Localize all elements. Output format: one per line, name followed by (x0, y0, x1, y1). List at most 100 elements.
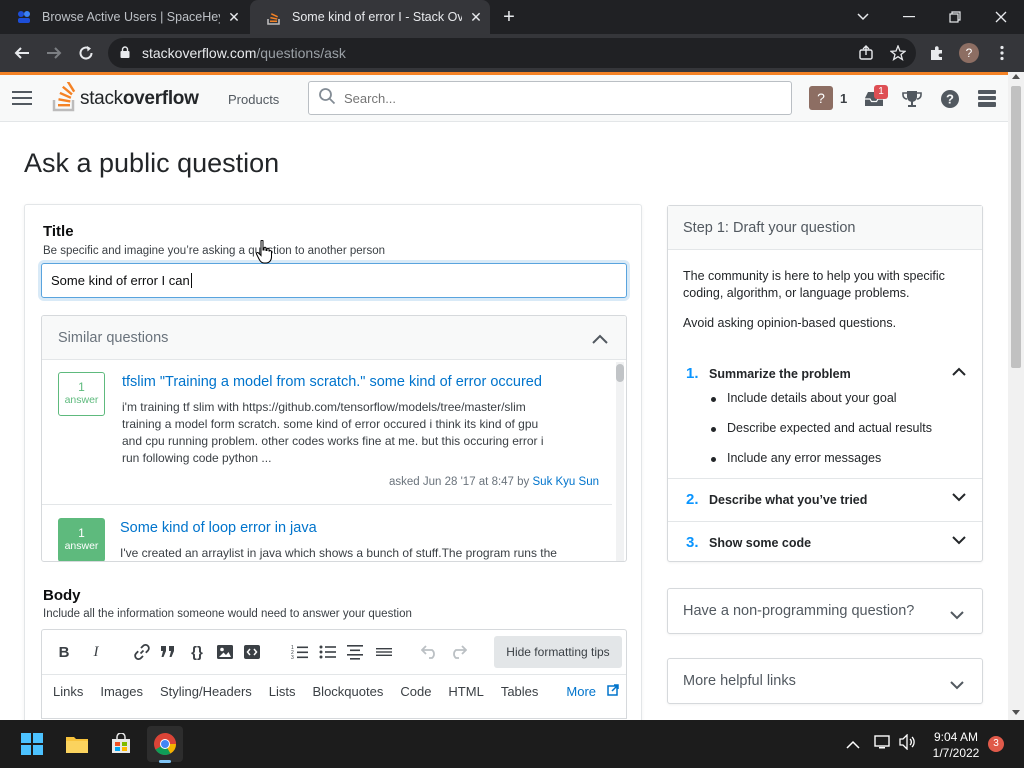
step-describe-tried[interactable]: 2. Describe what you’ve tried (668, 478, 982, 520)
horizontal-rule-icon[interactable] (372, 640, 396, 664)
answer-word: answer (64, 394, 99, 406)
image-icon[interactable] (213, 640, 237, 664)
collapse-chevron-up-icon[interactable] (592, 331, 608, 349)
svg-text:?: ? (946, 92, 954, 107)
site-switcher-icon[interactable] (976, 87, 1000, 111)
reputation-count: 1 (840, 91, 848, 106)
heading-icon[interactable] (343, 640, 367, 664)
title-input[interactable]: Some kind of error I can (41, 263, 627, 298)
similar-question-excerpt: i'm training tf slim with https://github… (122, 400, 544, 465)
close-window-icon[interactable] (978, 0, 1024, 34)
guide-heading: Step 1: Draft your question (683, 220, 856, 236)
answer-count-box: 1 answer (58, 372, 105, 416)
help-link-tables[interactable]: Tables (501, 684, 539, 699)
back-arrow-icon[interactable] (7, 38, 37, 68)
profile-avatar[interactable]: ? (959, 43, 979, 63)
share-icon[interactable] (851, 38, 881, 68)
microsoft-store-icon[interactable] (103, 726, 139, 762)
system-tray-chevron-icon[interactable] (846, 736, 860, 754)
svg-text:3: 3 (291, 655, 294, 660)
forward-arrow-icon[interactable] (39, 38, 69, 68)
user-avatar[interactable]: ? (809, 86, 833, 110)
similar-question-title[interactable]: tfslim "Training a model from scratch." … (122, 374, 542, 390)
help-link-html[interactable]: HTML (448, 684, 483, 699)
guide-intro: The community is here to help you with s… (683, 269, 945, 300)
search-input[interactable] (344, 90, 764, 106)
similar-question-item: 1 answer tfslim "Training a model from s… (42, 360, 612, 505)
tab-close-icon[interactable]: ✕ (220, 9, 248, 26)
more-helpful-links-card[interactable]: More helpful links (667, 658, 983, 704)
similar-questions-scrollbar[interactable] (616, 362, 626, 561)
hide-formatting-tips-button[interactable]: Hide formatting tips (494, 636, 622, 668)
help-link-links[interactable]: Links (53, 684, 83, 699)
snippet-icon[interactable] (240, 640, 264, 664)
similar-question-item: 1 answer Some kind of loop error in java… (42, 506, 612, 561)
inbox-badge: 1 (874, 85, 888, 99)
scrollbar-thumb[interactable] (1011, 86, 1021, 368)
tab-close-icon[interactable]: ✕ (462, 9, 490, 26)
help-link-images[interactable]: Images (100, 684, 143, 699)
file-explorer-icon[interactable] (59, 726, 95, 762)
products-menu[interactable]: Products (228, 92, 279, 107)
reload-icon[interactable] (71, 38, 101, 68)
step-show-code[interactable]: 3. Show some code (668, 521, 982, 563)
taskbar-clock[interactable]: 9:04 AM 1/7/2022 (926, 729, 986, 761)
clock-date: 1/7/2022 (932, 746, 980, 760)
stackoverflow-favicon-icon (266, 9, 282, 25)
chrome-taskbar-icon[interactable] (147, 726, 183, 763)
browser-menu-kebab-icon[interactable] (987, 38, 1017, 68)
so-topbar: stackoverflow Products ? 1 1 ? (0, 72, 1024, 122)
help-link-blockquotes[interactable]: Blockquotes (313, 684, 384, 699)
guide-bullet: Include details about your goal (711, 391, 897, 405)
url-path: /questions/ask (256, 45, 346, 61)
windows-start-icon[interactable] (14, 726, 50, 762)
hamburger-menu-icon[interactable] (12, 90, 32, 111)
external-link-icon (607, 684, 619, 699)
italic-icon[interactable]: I (84, 640, 108, 664)
draft-question-guide: Step 1: Draft your question The communit… (667, 205, 983, 562)
undo-icon[interactable] (418, 640, 442, 664)
blockquote-icon[interactable] (156, 640, 180, 664)
extensions-puzzle-icon[interactable] (922, 38, 952, 68)
accepted-answer-count-box: 1 answer (58, 518, 105, 561)
browser-tab-strip: Browse Active Users | SpaceHey ✕ Some ki… (0, 0, 1024, 34)
scroll-down-arrow-icon[interactable] (1012, 710, 1020, 715)
minimize-window-icon[interactable] (886, 0, 932, 34)
notification-badge[interactable]: 3 (988, 736, 1004, 752)
site-search[interactable] (308, 81, 792, 115)
bold-icon[interactable]: B (52, 640, 76, 664)
step-summarize[interactable]: 1. Summarize the problem (668, 353, 982, 395)
author-link[interactable]: Suk Kyu Sun (533, 476, 599, 488)
bookmark-star-icon[interactable] (883, 38, 913, 68)
mouse-pointer-icon (255, 239, 272, 269)
scroll-up-arrow-icon[interactable] (1012, 74, 1020, 79)
numbered-list-icon[interactable]: 123 (288, 640, 312, 664)
stackoverflow-logo[interactable]: stackoverflow (52, 80, 199, 115)
help-link-more[interactable]: More (555, 684, 625, 699)
achievements-trophy-icon[interactable] (900, 87, 924, 111)
tab-search-chevron-icon[interactable] (840, 0, 886, 34)
help-link-lists[interactable]: Lists (269, 684, 296, 699)
restore-window-icon[interactable] (932, 0, 978, 34)
logo-wordmark: stackoverflow (80, 88, 199, 109)
help-link-styling[interactable]: Styling/Headers (160, 684, 252, 699)
answer-count: 1 (78, 526, 85, 540)
chevron-down-icon (952, 491, 966, 505)
help-link-code[interactable]: Code (400, 684, 431, 699)
bulleted-list-icon[interactable] (316, 640, 340, 664)
volume-icon[interactable] (898, 733, 916, 755)
similar-question-title[interactable]: Some kind of loop error in java (120, 520, 317, 536)
address-bar[interactable]: stackoverflow.com/questions/ask (108, 38, 916, 68)
help-question-icon[interactable]: ? (938, 87, 962, 111)
network-icon[interactable] (873, 734, 891, 755)
tab-spacehey[interactable]: Browse Active Users | SpaceHey ✕ (0, 0, 248, 34)
page-scrollbar[interactable] (1008, 72, 1024, 720)
non-programming-question-card[interactable]: Have a non-programming question? (667, 588, 983, 634)
code-block-icon[interactable]: {} (185, 640, 209, 664)
new-tab-button[interactable]: + (496, 4, 522, 30)
tab-title: Some kind of error I - Stack Over (292, 10, 462, 24)
similar-questions-header[interactable]: Similar questions (42, 316, 626, 360)
tab-stackoverflow[interactable]: Some kind of error I - Stack Over ✕ (250, 0, 490, 34)
redo-icon[interactable] (446, 640, 470, 664)
link-icon[interactable] (130, 640, 154, 664)
